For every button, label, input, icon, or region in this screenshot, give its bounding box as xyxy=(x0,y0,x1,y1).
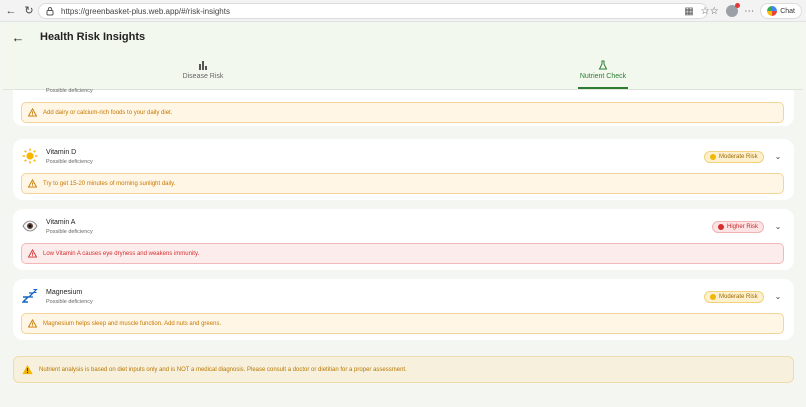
disclaimer-text: Nutrient analysis is based on diet input… xyxy=(39,366,407,373)
chevron-down-icon[interactable]: ⌄ xyxy=(773,291,783,301)
tab-label: Disease Risk xyxy=(182,73,224,80)
disclaimer-banner: Nutrient analysis is based on diet input… xyxy=(13,356,794,383)
tip-text: Add dairy or calcium-rich foods to your … xyxy=(43,109,173,116)
warning-icon xyxy=(28,179,37,188)
chevron-down-icon[interactable]: ⌄ xyxy=(773,151,783,161)
active-tab-indicator xyxy=(578,87,628,89)
nutrient-name: Vitamin D xyxy=(46,149,77,156)
nutrient-card-magnesium[interactable]: Magnesium Possible deficiency Moderate R… xyxy=(13,279,794,340)
nutrient-card-vitamin-d[interactable]: Vitamin D Possible deficiency Moderate R… xyxy=(13,139,794,200)
favorites-icon[interactable]: ☆ xyxy=(708,5,720,17)
sun-icon xyxy=(22,148,38,164)
nutrient-subtitle: Possible deficiency xyxy=(46,159,93,165)
sleep-zzz-icon xyxy=(22,288,38,304)
risk-badge-high: Higher Risk xyxy=(712,221,765,233)
nutrient-card-vitamin-a[interactable]: Vitamin A Possible deficiency Higher Ris… xyxy=(13,209,794,270)
back-arrow-icon[interactable]: ← xyxy=(11,30,25,45)
tip-text: Magnesium helps sleep and muscle functio… xyxy=(43,320,222,327)
page-title: Health Risk Insights xyxy=(40,31,146,43)
lock-icon xyxy=(46,7,54,16)
nutrient-tip: Magnesium helps sleep and muscle functio… xyxy=(21,313,784,334)
nutrient-tip: Add dairy or calcium-rich foods to your … xyxy=(21,102,784,123)
tab-disease-risk[interactable]: Disease Risk xyxy=(128,60,278,80)
tab-label: Nutrient Check xyxy=(579,73,627,80)
address-bar[interactable]: https://greenbasket-plus.web.app/#/risk-… xyxy=(38,3,709,19)
eye-icon xyxy=(22,218,38,234)
warning-icon xyxy=(22,364,33,375)
app-header: ← Health Risk Insights Disease Risk Nutr… xyxy=(3,22,803,90)
warning-icon xyxy=(28,319,37,328)
nutrient-subtitle: Possible deficiency xyxy=(46,229,93,235)
flask-icon xyxy=(598,60,608,70)
warning-icon xyxy=(28,108,37,117)
bar-chart-icon xyxy=(199,61,207,70)
chat-label: Chat xyxy=(780,7,795,15)
chat-button[interactable]: Chat xyxy=(760,3,802,19)
tip-text: Low Vitamin A causes eye dryness and wea… xyxy=(43,250,200,257)
moderate-dot-icon xyxy=(710,154,716,160)
back-arrow-icon[interactable]: ← xyxy=(4,4,18,18)
url-text: https://greenbasket-plus.web.app/#/risk-… xyxy=(61,6,230,16)
nutrient-subtitle: Possible deficiency xyxy=(46,88,93,94)
browser-toolbar: ← ↻ https://greenbasket-plus.web.app/#/r… xyxy=(0,0,806,22)
more-icon[interactable]: ⋯ xyxy=(744,6,754,17)
risk-label: Moderate Risk xyxy=(719,154,758,160)
warning-icon xyxy=(28,249,37,258)
copilot-icon xyxy=(767,6,778,16)
moderate-dot-icon xyxy=(710,294,716,300)
tab-grid-icon[interactable]: ▦ xyxy=(683,5,695,17)
tip-text: Try to get 15-20 minutes of morning sunl… xyxy=(43,180,176,187)
risk-label: Higher Risk xyxy=(727,224,759,230)
nutrient-name: Vitamin A xyxy=(46,219,76,226)
profile-avatar[interactable] xyxy=(726,3,741,17)
tab-nutrient-check[interactable]: Nutrient Check xyxy=(528,60,678,80)
risk-badge-moderate: Moderate Risk xyxy=(704,151,764,163)
nutrient-tip: Try to get 15-20 minutes of morning sunl… xyxy=(21,173,784,194)
risk-label: Moderate Risk xyxy=(719,294,758,300)
high-dot-icon xyxy=(718,224,724,230)
nutrient-name: Magnesium xyxy=(46,289,83,296)
chevron-down-icon[interactable]: ⌄ xyxy=(773,221,783,231)
reload-icon[interactable]: ↻ xyxy=(22,4,36,18)
nutrient-subtitle: Possible deficiency xyxy=(46,299,93,305)
nutrient-tip: Low Vitamin A causes eye dryness and wea… xyxy=(21,243,784,264)
nutrient-card-calcium[interactable]: Possible deficiency Add dairy or calcium… xyxy=(13,88,794,126)
risk-badge-moderate: Moderate Risk xyxy=(704,291,764,303)
